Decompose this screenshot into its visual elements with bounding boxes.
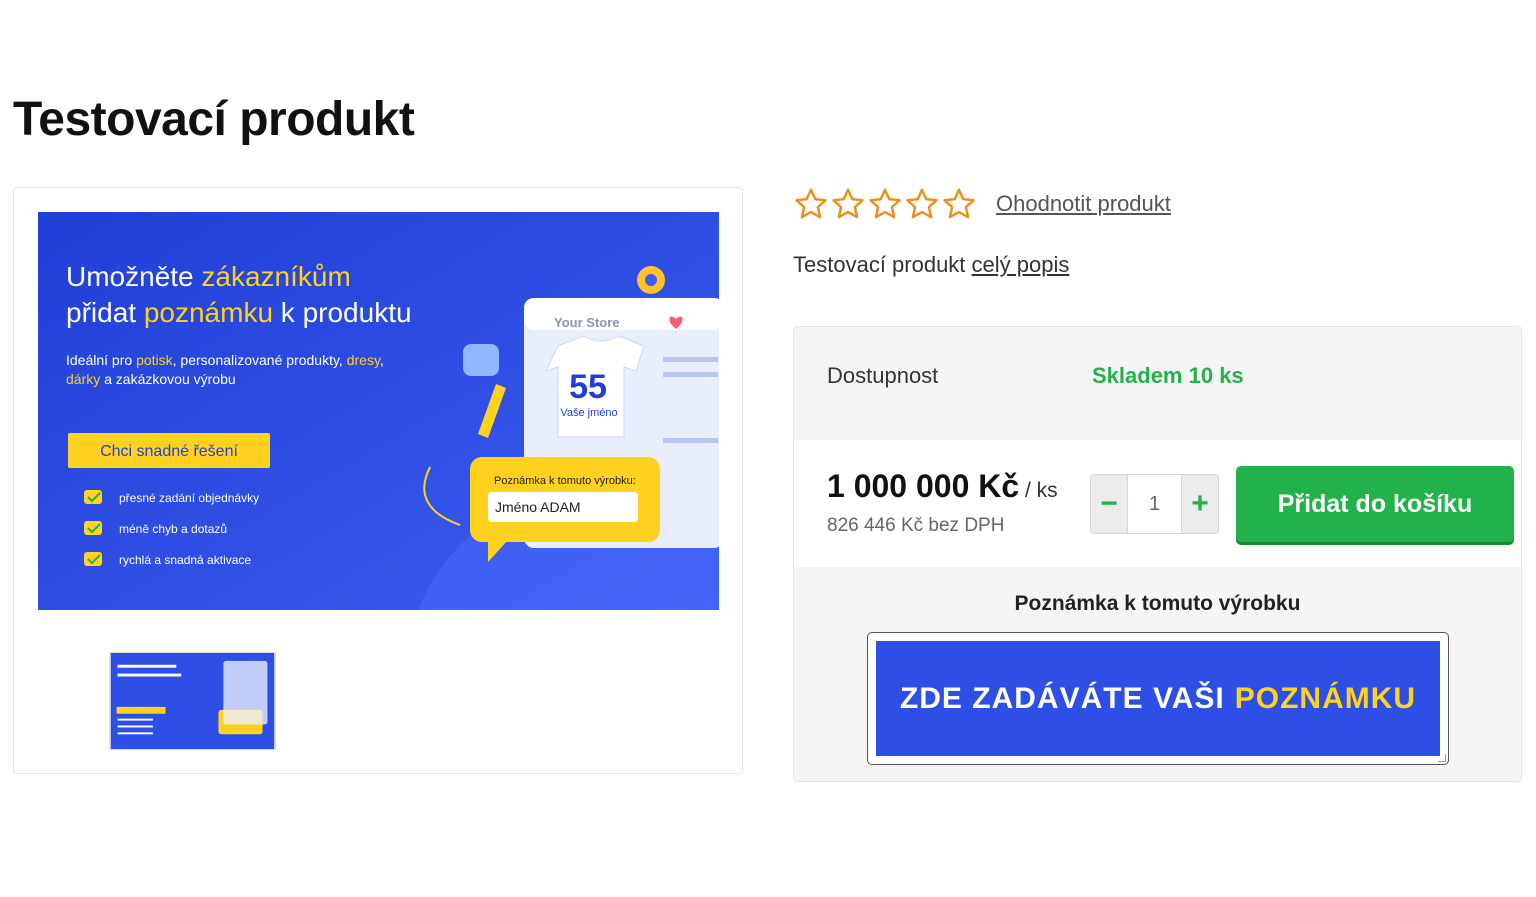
- svg-text:Poznámka k tomuto výrobku:: Poznámka k tomuto výrobku:: [494, 475, 636, 487]
- svg-text:Your Store: Your Store: [554, 315, 620, 330]
- resize-handle[interactable]: [1438, 754, 1446, 762]
- star-empty-icon[interactable]: [793, 186, 829, 222]
- star-empty-icon[interactable]: [867, 186, 903, 222]
- rate-product-link[interactable]: Ohodnotit produkt: [996, 191, 1171, 217]
- svg-text:Jméno ADAM: Jméno ADAM: [495, 499, 581, 515]
- full-description-link[interactable]: celý popis: [972, 252, 1070, 277]
- star-empty-icon[interactable]: [941, 186, 977, 222]
- short-description: Testovací produkt celý popis: [793, 252, 1069, 278]
- quantity-decrease-button[interactable]: −: [1091, 475, 1127, 533]
- price-row: 1 000 000 Kč / ks 826 446 Kč bez DPH − +…: [794, 440, 1521, 567]
- main-product-image[interactable]: Umožněte zákazníkům přidat poznámku k pr…: [38, 212, 719, 610]
- availability-label: Dostupnost: [827, 363, 939, 388]
- quantity-input[interactable]: [1127, 475, 1182, 533]
- svg-text:dárky a zakázkovou výrobu: dárky a zakázkovou výrobu: [66, 371, 236, 387]
- note-text: ZDE ZADÁVÁTE VAŠI: [899, 681, 1225, 715]
- product-note-label: Poznámka k tomuto výrobku: [1014, 592, 1301, 615]
- price-unit: / ks: [1019, 479, 1058, 502]
- svg-text:rychlá a snadná aktivace: rychlá a snadná aktivace: [119, 553, 251, 567]
- svg-text:55: 55: [569, 368, 607, 406]
- star-empty-icon[interactable]: [904, 186, 940, 222]
- product-note-textarea[interactable]: ZDE ZADÁVÁTE VAŠI POZNÁMKU: [867, 632, 1449, 765]
- svg-text:Chci snadné řešení: Chci snadné řešení: [100, 443, 238, 460]
- svg-text:Ideální pro potisk, personaliz: Ideální pro potisk, personalizované prod…: [66, 352, 384, 368]
- price-value: 1 000 000 Kč: [827, 468, 1020, 504]
- product-rating: Ohodnotit produkt: [793, 186, 1171, 222]
- star-empty-icon[interactable]: [830, 186, 866, 222]
- svg-text:přidat poznámku k produktu: přidat poznámku k produktu: [66, 297, 412, 328]
- svg-text:přesné zadání objednávky: přesné zadání objednávky: [119, 491, 259, 505]
- short-description-text: Testovací produkt: [793, 252, 972, 277]
- svg-text:méně chyb a dotazů: méně chyb a dotazů: [119, 522, 227, 536]
- availability-value: Skladem 10 ks: [1092, 363, 1244, 388]
- price-without-vat: 826 446 Kč bez DPH: [827, 515, 1005, 536]
- quantity-increase-button[interactable]: +: [1182, 475, 1218, 533]
- quantity-stepper: − +: [1090, 474, 1219, 534]
- add-to-cart-button[interactable]: Přidat do košíku: [1236, 466, 1514, 542]
- buy-box: Dostupnost Skladem 10 ks 1 000 000 Kč / …: [793, 326, 1522, 782]
- svg-text:Umožněte zákazníkům: Umožněte zákazníkům: [66, 261, 351, 292]
- product-gallery: Umožněte zákazníkům přidat poznámku k pr…: [13, 187, 743, 774]
- price: 1 000 000 Kč / ks: [827, 468, 1058, 505]
- page-title: Testovací produkt: [13, 93, 415, 146]
- svg-text:Vaše jméno: Vaše jméno: [560, 407, 617, 419]
- note-text-highlight: POZNÁMKU: [1234, 681, 1417, 715]
- product-note-banner: ZDE ZADÁVÁTE VAŠI POZNÁMKU: [876, 641, 1440, 756]
- gallery-thumbnail[interactable]: [109, 652, 276, 750]
